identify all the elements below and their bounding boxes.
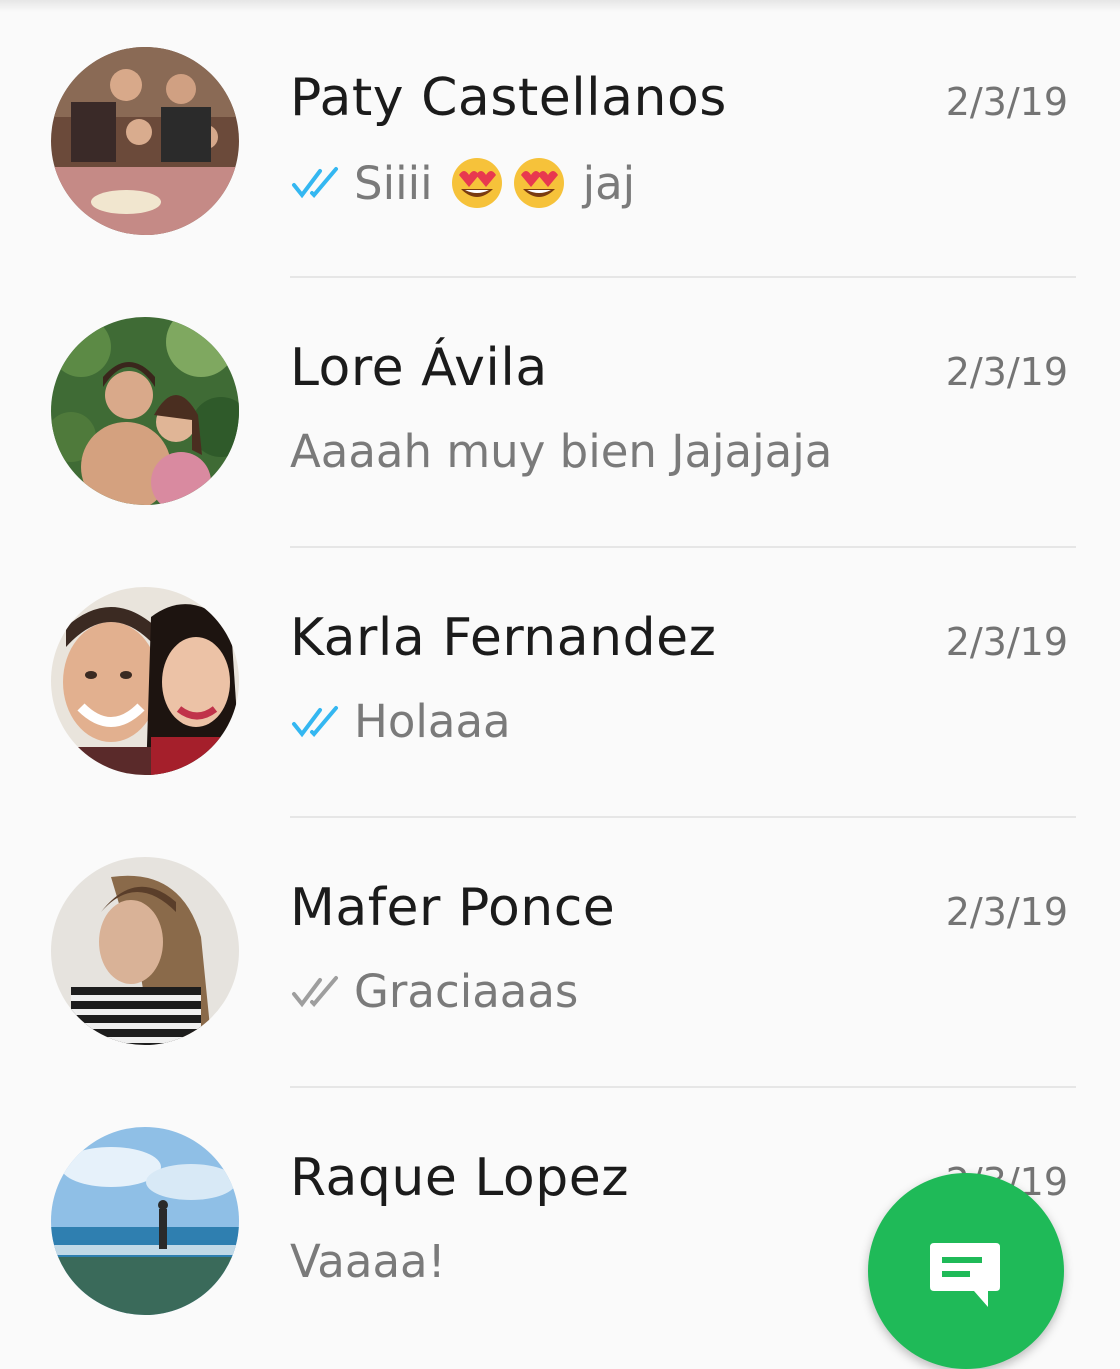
message-time: 2/3/19 xyxy=(945,350,1068,394)
contact-name: Paty Castellanos xyxy=(290,68,727,128)
chat-row-paty-castellanos[interactable]: Paty Castellanos 2/3/19 Siiii jaj xyxy=(0,0,1120,278)
contact-name: Lore Ávila xyxy=(290,338,548,398)
message-preview: Vaaaa! xyxy=(290,1235,446,1288)
message-preview: Siiii jaj xyxy=(290,155,635,211)
chat-list: Paty Castellanos 2/3/19 Siiii jaj Lore Á… xyxy=(0,0,1120,1315)
new-message-icon xyxy=(930,1243,1000,1307)
avatar[interactable] xyxy=(51,317,239,505)
message-preview: Graciaaas xyxy=(290,965,578,1018)
message-preview-text: Vaaaa! xyxy=(290,1235,446,1288)
message-time: 2/3/19 xyxy=(945,620,1068,664)
read-double-check-icon xyxy=(292,705,338,737)
message-preview: Holaaa xyxy=(290,695,511,748)
message-preview-text: Holaaa xyxy=(354,695,511,748)
read-double-check-icon xyxy=(292,167,338,199)
delivered-double-check-icon xyxy=(292,975,338,1007)
message-time: 2/3/19 xyxy=(945,890,1068,934)
avatar[interactable] xyxy=(51,857,239,1045)
message-preview-suffix: jaj xyxy=(582,156,636,210)
avatar[interactable] xyxy=(51,47,239,235)
message-preview-text: Graciaaas xyxy=(354,965,579,1018)
message-preview-text: Siiii xyxy=(354,156,433,210)
avatar[interactable] xyxy=(51,1127,239,1315)
new-chat-button[interactable] xyxy=(868,1173,1064,1369)
contact-name: Karla Fernandez xyxy=(290,608,717,668)
chat-row-karla-fernandez[interactable]: Karla Fernandez 2/3/19 Holaaa xyxy=(0,540,1120,818)
heart-eyes-emoji-icon xyxy=(451,158,502,208)
message-preview: Aaaah muy bien Jajajaja xyxy=(290,425,832,478)
message-time: 2/3/19 xyxy=(945,80,1068,124)
contact-name: Raque Lopez xyxy=(290,1148,630,1208)
chat-row-mafer-ponce[interactable]: Mafer Ponce 2/3/19 Graciaaas xyxy=(0,810,1120,1088)
contact-name: Mafer Ponce xyxy=(290,878,616,938)
avatar[interactable] xyxy=(51,587,239,775)
chat-row-lore-avila[interactable]: Lore Ávila 2/3/19 Aaaah muy bien Jajajaj… xyxy=(0,270,1120,548)
heart-eyes-emoji-icon xyxy=(513,158,564,208)
message-preview-text: Aaaah muy bien Jajajaja xyxy=(290,425,833,478)
